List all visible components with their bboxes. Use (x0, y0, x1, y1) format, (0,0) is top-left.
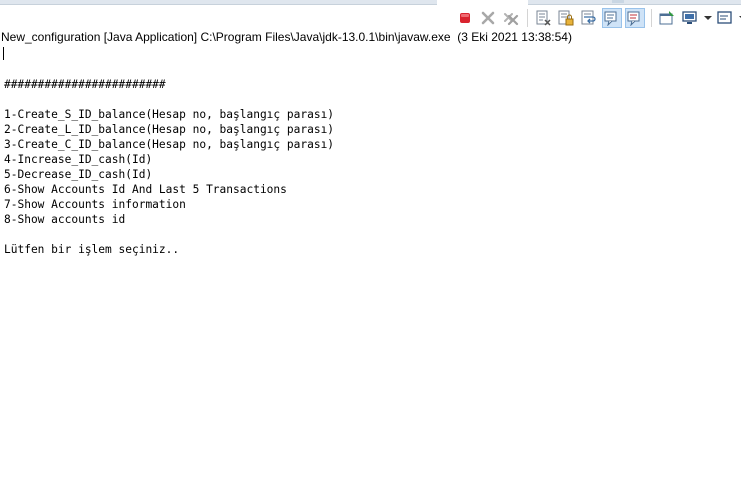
word-wrap-icon (581, 10, 596, 25)
scroll-lock-button[interactable] (556, 8, 576, 28)
console-line: 5-Decrease_ID_cash(Id) (4, 168, 153, 181)
toolbar-separator (527, 9, 528, 27)
console-line: ######################## (4, 78, 166, 91)
terminate-button[interactable] (455, 8, 475, 28)
remove-all-terminated-icon (504, 13, 519, 26)
terminate-icon (460, 13, 470, 23)
show-console-on-stdout-icon (604, 11, 617, 26)
console-output-text: ######################## 1-Create_S_ID_b… (4, 62, 334, 257)
console-line: 4-Increase_ID_cash(Id) (4, 153, 153, 166)
word-wrap-button[interactable] (579, 8, 599, 28)
console-title: New_configuration [Java Application] C:\… (1, 30, 572, 44)
display-selected-console-icon (682, 11, 697, 24)
console-dropdown[interactable] (703, 8, 713, 28)
clear-console-icon (536, 10, 551, 26)
open-console-button[interactable] (715, 8, 735, 28)
clear-console-button[interactable] (533, 8, 553, 28)
toolbar-separator (651, 9, 652, 27)
editor-tab-strip (0, 0, 437, 5)
scroll-lock-icon (558, 10, 574, 26)
chevron-down-icon (704, 16, 712, 20)
console-line: 8-Show accounts id (4, 213, 126, 226)
console-toolbar (455, 8, 741, 28)
show-console-on-stderr-button[interactable] (625, 8, 645, 28)
open-console-icon (717, 11, 732, 24)
console-line: 1-Create_S_ID_balance(Hesap no, başlangı… (4, 108, 335, 121)
console-line: Lütfen bir işlem seçiniz.. (4, 243, 180, 256)
console-line: 7-Show Accounts information (4, 198, 186, 211)
console-line: 3-Create_C_ID_balance(Hesap no, başlangı… (4, 138, 335, 151)
remove-launch-button[interactable] (478, 8, 498, 28)
pin-console-button[interactable] (657, 8, 677, 28)
console-line: 6-Show Accounts Id And Last 5 Transactio… (4, 183, 287, 196)
view-tab-strip (528, 0, 741, 5)
pin-console-icon (659, 11, 674, 25)
console-line: 2-Create_L_ID_balance(Hesap no, başlangı… (4, 123, 335, 136)
text-caret (3, 47, 4, 60)
show-console-on-stdout-button[interactable] (602, 8, 622, 28)
remove-all-terminated-button[interactable] (501, 8, 521, 28)
show-console-on-stderr-icon (627, 11, 640, 26)
remove-launch-icon (481, 11, 495, 25)
display-selected-console-button[interactable] (680, 8, 700, 28)
view-tab-marker (612, 0, 624, 3)
